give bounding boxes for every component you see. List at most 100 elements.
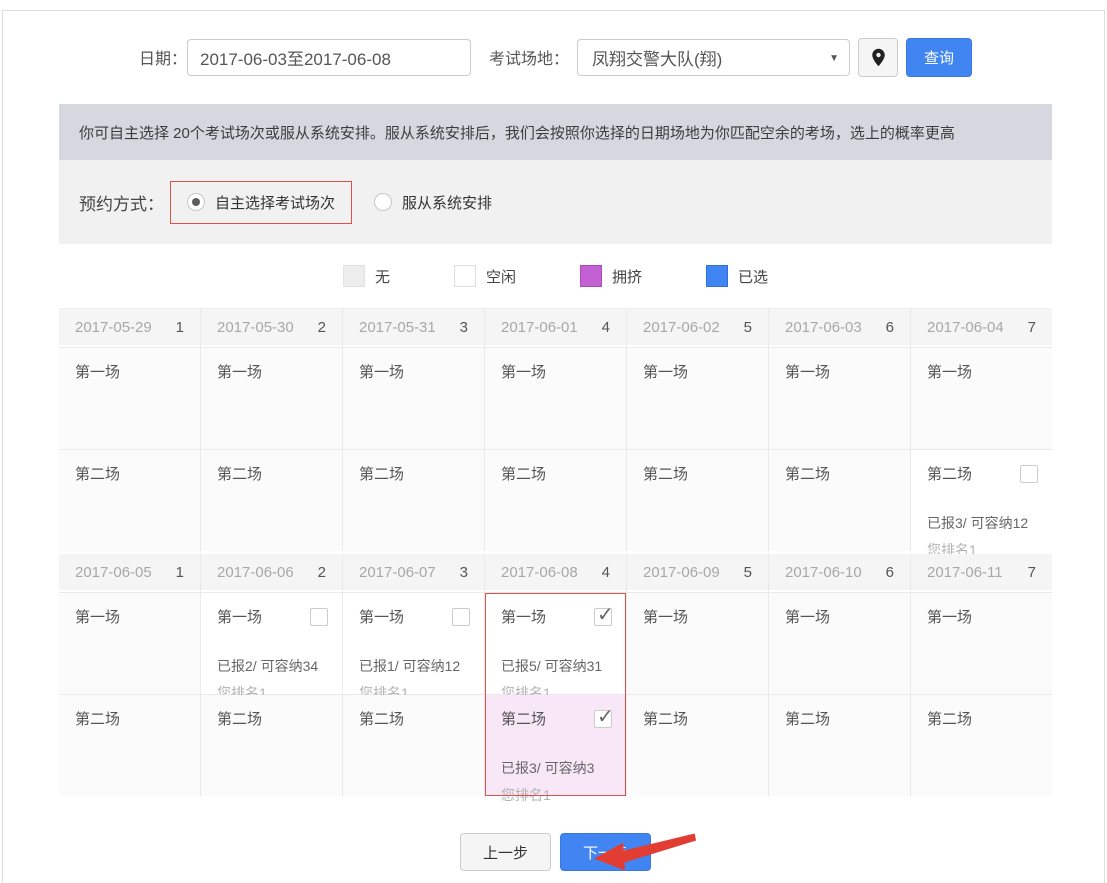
day-date: 2017-06-03 (785, 319, 862, 336)
legend-label: 拥挤 (612, 266, 642, 287)
checkbox-unchecked-icon[interactable] (452, 608, 470, 626)
day-header: 2017-06-025 (627, 309, 768, 347)
session-cell[interactable]: 第一场已报1/ 可容纳12您排名1 (343, 593, 484, 694)
session-cell[interactable]: 第一场已报2/ 可容纳34您排名1 (201, 593, 342, 694)
session-name: 第一场 (643, 606, 688, 627)
notice-text: 你可自主选择 20个考试场次或服从系统安排。服从系统安排后，我们会按照你选择的日… (79, 122, 955, 143)
day-date: 2017-05-29 (75, 319, 152, 336)
session-cell: 第二场 (343, 450, 484, 551)
day-number: 7 (1028, 319, 1036, 336)
radio-unselected-icon[interactable] (374, 193, 392, 211)
mode-option-label: 自主选择考试场次 (215, 192, 335, 213)
venue-select[interactable]: 凤翔交警大队(翔) ▼ (577, 39, 850, 76)
date-range-input[interactable] (187, 39, 471, 76)
session-cell: 第一场 (627, 593, 768, 694)
day-header: 2017-06-062 (201, 554, 342, 592)
session-cell: 第一场 (769, 348, 910, 449)
day-header: 2017-06-11 7 (911, 554, 1052, 592)
session-name: 第二场 (785, 463, 830, 484)
checkbox-unchecked-icon[interactable] (1020, 465, 1038, 483)
session-name: 第一场 (217, 361, 262, 382)
session-name: 第一场 (217, 606, 262, 627)
session-cell: 第一场 (627, 348, 768, 449)
session-name: 第二场 (359, 708, 404, 729)
legend-swatch (454, 265, 476, 287)
day-header: 2017-06-047 (911, 309, 1052, 347)
day-header: 2017-05-302 (201, 309, 342, 347)
day-header: 2017-06-095 (627, 554, 768, 592)
your-rank: 您排名1 (501, 785, 612, 805)
legend-swatch (343, 265, 365, 287)
session-name: 第一场 (927, 361, 972, 382)
session-name: 第一场 (359, 361, 404, 382)
prev-step-button[interactable]: 上一步 (460, 833, 551, 871)
map-location-button[interactable] (858, 38, 898, 77)
session-cell: 第一场 (343, 348, 484, 449)
chevron-down-icon: ▼ (829, 53, 839, 64)
legend-item: 空闲 (454, 265, 516, 287)
session-cell[interactable]: 第一场已报5/ 可容纳31您排名1 (485, 593, 626, 694)
session-name: 第二场 (643, 708, 688, 729)
session-cell: 第一场 (911, 593, 1052, 694)
query-button[interactable]: 查询 (906, 38, 972, 77)
mode-option-label: 服从系统安排 (402, 192, 492, 213)
session-name: 第二场 (501, 463, 546, 484)
legend-item: 拥挤 (580, 265, 642, 287)
checkbox-unchecked-icon[interactable] (310, 608, 328, 626)
calendar-week: 2017-05-2912017-05-302 2017-05-31 3 2017-06… (59, 309, 1052, 551)
enrolled-count: 已报1/ 可容纳12 (359, 656, 470, 676)
session-name: 第二场 (359, 463, 404, 484)
booking-page: 日期： 考试场地： 凤翔交警大队(翔) ▼ 查询 你可自主选择 20个考试场次或… (2, 10, 1105, 883)
session-cell: 第二场 (59, 695, 200, 796)
mode-option-self-select[interactable]: 自主选择考试场次 (170, 181, 352, 224)
day-date: 2017-05-31 (359, 319, 436, 336)
calendar-week: 2017-06-0512017-06-0622017-06-0732017-06… (59, 554, 1052, 796)
booking-mode-label: 预约方式： (79, 190, 164, 215)
day-header: 2017-06-07 3 (343, 554, 484, 592)
session-name: 第二场 (75, 463, 120, 484)
mode-option-system-assign[interactable]: 服从系统安排 (374, 192, 492, 213)
session-name: 第一场 (359, 606, 404, 627)
checkbox-checked-icon[interactable] (594, 710, 612, 728)
day-number: 5 (744, 319, 752, 336)
day-date: 2017-06-01 (501, 319, 578, 336)
session-cell: 第一场 (769, 593, 910, 694)
day-number: 4 (602, 564, 610, 581)
day-date: 2017-06-07 (359, 564, 436, 581)
session-cell: 第二场 (769, 695, 910, 796)
session-name: 第一场 (643, 361, 688, 382)
legend-label: 空闲 (486, 266, 516, 287)
session-cell: 第一场 (59, 593, 200, 694)
day-date: 2017-06-05 (75, 564, 152, 581)
day-header: 2017-06-051 (59, 554, 200, 592)
day-header: 2017-05-31 3 (343, 309, 484, 347)
legend-label: 无 (375, 266, 390, 287)
legend-item: 无 (343, 265, 390, 287)
session-cell[interactable]: 第二场已报3/ 可容纳3您排名1 (485, 695, 626, 796)
day-date: 2017-06-09 (643, 564, 720, 581)
enrolled-count: 已报3/ 可容纳12 (927, 513, 1038, 533)
session-name: 第二场 (217, 463, 262, 484)
radio-selected-icon[interactable] (187, 193, 205, 211)
session-cell: 第二场 (769, 450, 910, 551)
session-cell[interactable]: 第二场已报3/ 可容纳12您排名1 (911, 450, 1052, 551)
footer: 上一步 下一步 (59, 833, 1052, 871)
venue-select-value: 凤翔交警大队(翔) (592, 45, 722, 70)
day-number: 7 (1028, 564, 1036, 581)
session-cell: 第一场 (59, 348, 200, 449)
session-cell: 第二场 (911, 695, 1052, 796)
day-header: 2017-05-291 (59, 309, 200, 347)
session-cell: 第二场 (59, 450, 200, 551)
day-number: 3 (460, 319, 468, 336)
day-number: 3 (460, 564, 468, 581)
day-header: 2017-06-084 (485, 554, 626, 592)
session-cell: 第二场 (201, 450, 342, 551)
checkbox-checked-icon[interactable] (594, 608, 612, 626)
day-number: 6 (886, 564, 894, 581)
day-date: 2017-06-11 (927, 564, 1003, 581)
filter-row: 日期： 考试场地： 凤翔交警大队(翔) ▼ 查询 (59, 37, 1052, 77)
session-cell: 第二场 (485, 450, 626, 551)
session-name: 第二场 (785, 708, 830, 729)
notice-bar: 你可自主选择 20个考试场次或服从系统安排。服从系统安排后，我们会按照你选择的日… (59, 104, 1052, 160)
session-name: 第二场 (643, 463, 688, 484)
